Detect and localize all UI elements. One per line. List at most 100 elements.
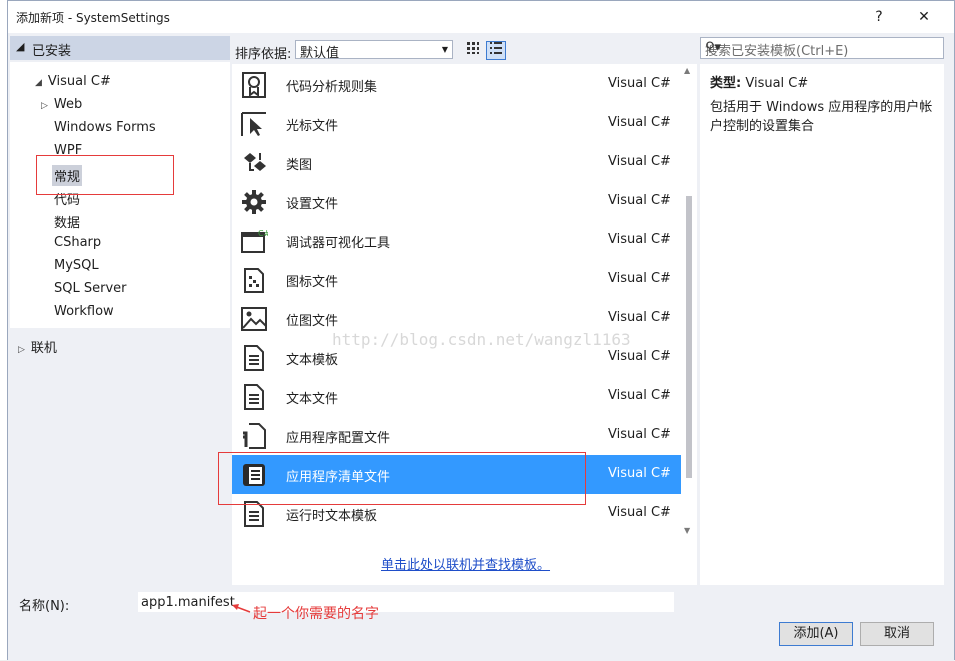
class-diagram-icon bbox=[244, 153, 266, 171]
template-lang: Visual C# bbox=[608, 427, 671, 442]
installed-label: 已安装 bbox=[32, 44, 72, 59]
sort-label: 排序依据: bbox=[235, 47, 292, 62]
template-row-code-analysis[interactable]: 代码分析规则集 Visual C# bbox=[232, 65, 681, 104]
chevron-right-icon: ▷ bbox=[41, 101, 48, 111]
vertical-scrollbar[interactable]: ▲ ▼ bbox=[681, 64, 697, 540]
template-name: 调试器可视化工具 bbox=[286, 236, 391, 251]
sort-dropdown[interactable]: 默认值 ▼ bbox=[295, 40, 453, 61]
template-row-cursor[interactable]: 光标文件 Visual C# bbox=[232, 104, 681, 143]
template-name: 图标文件 bbox=[286, 275, 339, 290]
template-name: 文本模板 bbox=[286, 353, 339, 368]
wrench-doc-icon bbox=[243, 423, 266, 449]
image-icon bbox=[241, 307, 267, 331]
scroll-thumb[interactable] bbox=[686, 196, 692, 478]
template-name: 运行时文本模板 bbox=[286, 509, 378, 524]
cursor-icon bbox=[241, 112, 266, 136]
online-templates-link[interactable]: 单击此处以联机并查找模板。 bbox=[381, 554, 550, 573]
template-name: 位图文件 bbox=[286, 314, 339, 329]
annotation-box bbox=[36, 155, 174, 195]
tree-item-csharp[interactable]: CSharp bbox=[54, 235, 101, 250]
template-lang: Visual C# bbox=[608, 271, 671, 286]
template-lang: Visual C# bbox=[608, 466, 671, 481]
annotation-box bbox=[218, 452, 586, 505]
search-input[interactable]: 搜索已安装模板(Ctrl+E) ⚲▾ bbox=[700, 37, 944, 59]
template-name: 应用程序配置文件 bbox=[286, 431, 391, 446]
add-new-item-dialog: 添加新项 - SystemSettings ? ✕ ◢ 已安装 ◢ Visual … bbox=[7, 0, 955, 661]
type-row: 类型: Visual C# bbox=[710, 72, 808, 91]
title-bar: 添加新项 - SystemSettings ? ✕ bbox=[8, 1, 954, 33]
name-field[interactable] bbox=[138, 592, 674, 612]
gear-icon bbox=[242, 190, 266, 214]
template-row-settings[interactable]: 设置文件 Visual C# bbox=[232, 182, 681, 221]
sort-bar: 排序依据: 默认值 ▼ bbox=[232, 36, 698, 64]
tree-root-visual-csharp[interactable]: ◢ Visual C# bbox=[35, 74, 111, 89]
sort-value: 默认值 bbox=[300, 46, 340, 61]
dropdown-arrow-icon: ▼ bbox=[441, 45, 448, 54]
template-lang: Visual C# bbox=[608, 154, 671, 169]
grid-view-icon bbox=[467, 42, 479, 54]
tree-item-data[interactable]: 数据 bbox=[54, 212, 80, 231]
template-detail: 类型: Visual C# 包括用于 Windows 应用程序的用户帐户控制的设… bbox=[700, 64, 944, 585]
tree-item-sql-server[interactable]: SQL Server bbox=[54, 281, 127, 296]
template-lang: Visual C# bbox=[608, 349, 671, 364]
tree-root-label: Visual C# bbox=[47, 74, 111, 89]
bottom-bar: 名称(N): 起一个你需要的名字 添加(A) 取消 bbox=[8, 586, 954, 661]
window-title: 添加新项 - SystemSettings bbox=[16, 11, 170, 25]
template-lang: Visual C# bbox=[608, 388, 671, 403]
template-list: 代码分析规则集 Visual C# 光标文件 Visual C# 类图 Visu… bbox=[218, 64, 697, 585]
category-tree: ◢ Visual C# ▷ Web Windows Forms WPF 常规 代码 … bbox=[10, 62, 230, 328]
close-button[interactable]: ✕ bbox=[908, 5, 940, 29]
installed-header[interactable]: ◢ 已安装 bbox=[10, 36, 230, 60]
template-lang: Visual C# bbox=[608, 310, 671, 325]
annotation-note: 起一个你需要的名字 bbox=[253, 606, 379, 622]
template-row-app-config[interactable]: 应用程序配置文件 Visual C# bbox=[232, 416, 681, 455]
icon-file-icon bbox=[244, 268, 264, 293]
cancel-button[interactable]: 取消 bbox=[860, 622, 934, 646]
list-view-button[interactable] bbox=[486, 41, 506, 60]
name-label: 名称(N): bbox=[19, 599, 70, 614]
tree-item-label: 联机 bbox=[30, 341, 57, 356]
type-value: Visual C# bbox=[745, 76, 809, 91]
template-name: 文本文件 bbox=[286, 392, 339, 407]
scroll-up-icon[interactable]: ▲ bbox=[684, 66, 690, 75]
tree-item-windows-forms[interactable]: Windows Forms bbox=[54, 120, 156, 135]
template-name: 光标文件 bbox=[286, 119, 339, 134]
tree-item-label: Web bbox=[53, 97, 83, 112]
template-lang: Visual C# bbox=[608, 76, 671, 91]
template-name: 设置文件 bbox=[286, 197, 339, 212]
expand-arrow-icon: ◢ bbox=[35, 78, 42, 88]
template-row-class-diagram[interactable]: 类图 Visual C# bbox=[232, 143, 681, 182]
watermark: http://blog.csdn.net/wangzl1163 bbox=[332, 330, 631, 349]
tree-item-mysql[interactable]: MySQL bbox=[54, 258, 99, 273]
template-lang: Visual C# bbox=[608, 505, 671, 520]
document-icon bbox=[244, 384, 264, 410]
template-name: 类图 bbox=[286, 158, 313, 173]
tree-item-workflow[interactable]: Workflow bbox=[54, 304, 114, 319]
scroll-down-icon[interactable]: ▼ bbox=[684, 526, 690, 535]
help-button[interactable]: ? bbox=[863, 5, 895, 29]
tree-item-web[interactable]: ▷ Web bbox=[41, 97, 82, 112]
chevron-right-icon: ▷ bbox=[18, 345, 25, 355]
template-name: 代码分析规则集 bbox=[286, 80, 378, 95]
template-lang: Visual C# bbox=[608, 193, 671, 208]
category-panel: ◢ 已安装 ◢ Visual C# ▷ Web Windows Forms WPF … bbox=[10, 34, 230, 585]
template-description: 包括用于 Windows 应用程序的用户帐户控制的设置集合 bbox=[710, 100, 933, 134]
template-row-text-file[interactable]: 文本文件 Visual C# bbox=[232, 377, 681, 416]
svg-text:C#: C# bbox=[258, 229, 268, 238]
collapse-arrow-icon: ◢ bbox=[16, 40, 25, 53]
template-row-debugger-visualizer[interactable]: C# 调试器可视化工具 Visual C# bbox=[232, 221, 681, 260]
document-icon bbox=[244, 345, 264, 371]
ribbon-icon bbox=[242, 72, 266, 98]
template-row-icon-file[interactable]: 图标文件 Visual C# bbox=[232, 260, 681, 299]
list-view-icon bbox=[490, 42, 502, 54]
tree-item-online[interactable]: ▷ 联机 bbox=[18, 337, 57, 356]
template-lang: Visual C# bbox=[608, 115, 671, 130]
details-panel: 搜索已安装模板(Ctrl+E) ⚲▾ 类型: Visual C# 包括用于 Wi… bbox=[700, 34, 946, 585]
type-label: 类型: bbox=[710, 76, 742, 91]
template-panel: 排序依据: 默认值 ▼ 代码分析规则集 Visual C# 光标文件 Visua… bbox=[218, 34, 698, 585]
grid-view-button[interactable] bbox=[463, 41, 483, 60]
annotation-arrow-icon bbox=[232, 604, 251, 613]
window-icon: C# bbox=[241, 229, 268, 253]
add-button[interactable]: 添加(A) bbox=[779, 622, 853, 646]
search-icon[interactable]: ⚲▾ bbox=[705, 40, 937, 55]
